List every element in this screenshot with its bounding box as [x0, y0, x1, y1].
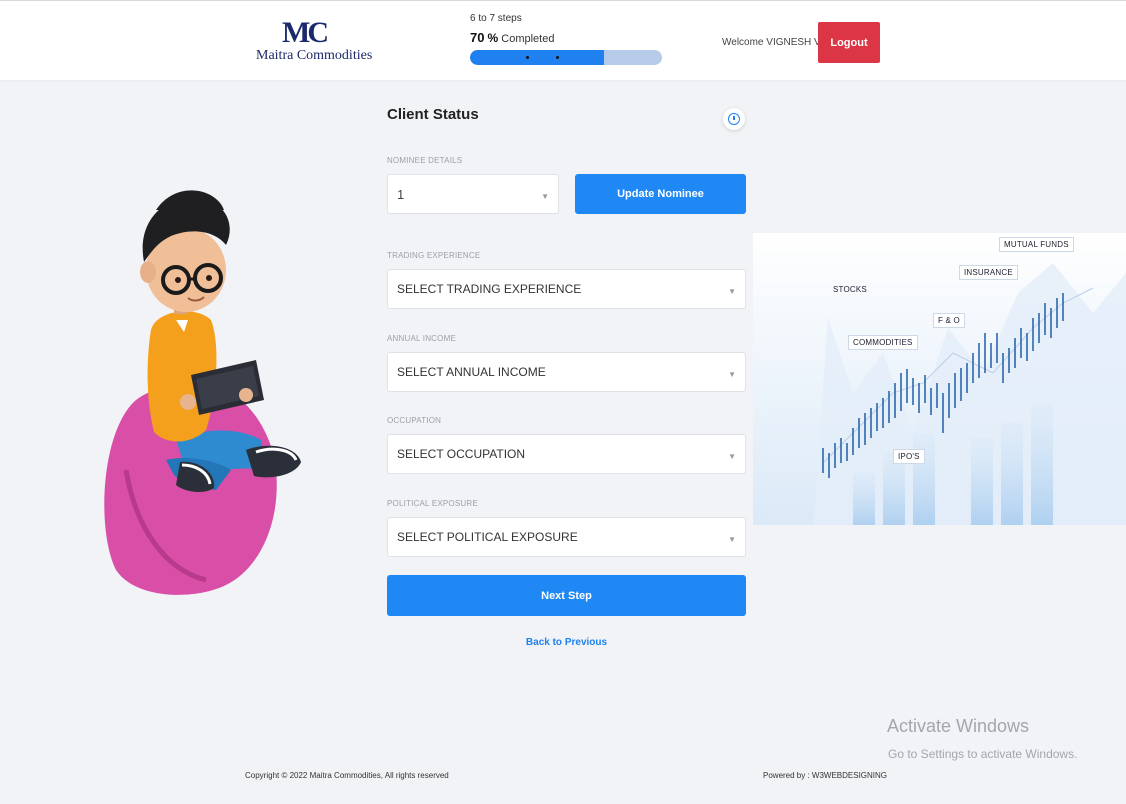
brand-logo[interactable]: MC Maitra Commodities [256, 16, 373, 65]
political-exposure-value: SELECT POLITICAL EXPOSURE [397, 530, 578, 544]
market-chart-graphic [753, 233, 1126, 525]
chart-label-ipos: IPO'S [893, 449, 925, 464]
annual-income-select[interactable]: SELECT ANNUAL INCOME ▼ [387, 352, 746, 392]
update-nominee-button[interactable]: Update Nominee [575, 174, 746, 214]
occupation-select[interactable]: SELECT OCCUPATION ▼ [387, 434, 746, 474]
nominee-select[interactable]: 1 ▼ [387, 174, 559, 214]
progress-bar [470, 50, 662, 65]
occupation-label: OCCUPATION [387, 416, 442, 425]
progress-label: Completed [501, 33, 555, 45]
logout-button[interactable]: Logout [818, 22, 880, 63]
logo-text: Maitra Commodities [256, 48, 373, 63]
nominee-details-label: NOMINEE DETAILS [387, 156, 463, 165]
form-title: Client Status [387, 106, 479, 123]
occupation-value: SELECT OCCUPATION [397, 447, 526, 461]
chart-label-stocks: STOCKS [833, 285, 867, 294]
activate-windows-title: Activate Windows [887, 716, 1030, 736]
chart-label-commodities: COMMODITIES [848, 335, 918, 350]
progress-bar-fill [470, 50, 605, 65]
chevron-down-icon: ▼ [728, 287, 736, 296]
logo-mark: MC [282, 16, 329, 49]
trading-experience-select[interactable]: SELECT TRADING EXPERIENCE ▼ [387, 269, 746, 309]
progress-percent-line: 70 % Completed [470, 31, 664, 46]
top-header: MC Maitra Commodities 6 to 7 steps 70 % … [0, 0, 1126, 80]
person-on-beanbag-illustration [104, 190, 301, 595]
chart-label-f-and-o: F & O [933, 313, 965, 328]
chevron-down-icon: ▼ [728, 370, 736, 379]
chevron-down-icon: ▼ [728, 535, 736, 544]
annual-income-label: ANNUAL INCOME [387, 334, 456, 343]
steps-text: 6 to 7 steps [470, 13, 522, 24]
political-exposure-label: POLITICAL EXPOSURE [387, 499, 478, 508]
next-step-button[interactable]: Next Step [387, 575, 746, 616]
chart-label-insurance: INSURANCE [959, 265, 1018, 280]
nominee-select-value: 1 [397, 187, 405, 202]
welcome-text: Welcome VIGNESH V [722, 37, 821, 48]
copyright-text: Copyright © 2022 Maitra Commodities, All… [245, 771, 449, 780]
progress-percent: 70 [470, 30, 485, 45]
annual-income-value: SELECT ANNUAL INCOME [397, 365, 546, 379]
powered-by-link[interactable]: Powered by : W3WEBDESIGNING [763, 771, 887, 780]
activate-windows-subtitle: Go to Settings to activate Windows. [888, 747, 1078, 761]
political-exposure-select[interactable]: SELECT POLITICAL EXPOSURE ▼ [387, 517, 746, 557]
trading-experience-value: SELECT TRADING EXPERIENCE [397, 282, 582, 296]
chevron-down-icon: ▼ [728, 452, 736, 461]
trading-experience-label: TRADING EXPERIENCE [387, 251, 481, 260]
progress-percent-symbol: % [487, 31, 499, 45]
market-chart-image: MUTUAL FUNDS INSURANCE STOCKS F & O COMM… [753, 233, 1126, 525]
progress-indicator: 6 to 7 steps 70 % Completed [470, 13, 664, 65]
info-icon [728, 113, 740, 125]
back-to-previous-link[interactable]: Back to Previous [387, 637, 746, 648]
progress-dot [526, 56, 529, 59]
info-button[interactable] [723, 108, 745, 130]
chevron-down-icon: ▼ [541, 192, 549, 201]
chart-label-mutual-funds: MUTUAL FUNDS [999, 237, 1074, 252]
progress-dot [556, 56, 559, 59]
